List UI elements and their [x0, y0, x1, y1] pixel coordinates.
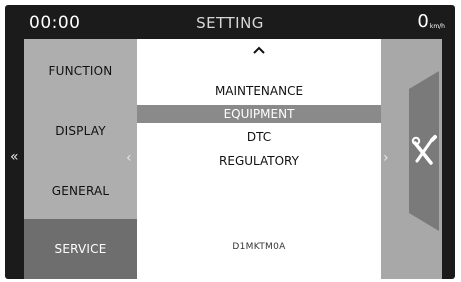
- tools-panel: ›: [381, 39, 442, 279]
- speed-value: 0: [417, 11, 429, 32]
- menu-item-general[interactable]: GENERAL: [24, 161, 137, 221]
- double-chevron-left-icon[interactable]: «: [10, 150, 19, 164]
- menu-panel: FUNCTION DISPLAY GENERAL SERVICE ‹: [24, 39, 137, 279]
- chevron-left-icon[interactable]: ‹: [126, 151, 132, 165]
- list-item-regulatory[interactable]: REGULATORY: [137, 152, 381, 170]
- menu-item-service[interactable]: SERVICE: [24, 219, 137, 279]
- tools-tab[interactable]: [409, 71, 439, 231]
- submenu-list: MAINTENANCE EQUIPMENT DTC REGULATORY D1M…: [137, 39, 381, 279]
- speed-unit: km/h: [429, 23, 445, 30]
- display-frame: 00:00 SETTING 0 km/h « FUNCTION DISPLAY …: [5, 5, 455, 279]
- status-bar: 00:00 SETTING 0 km/h: [5, 5, 455, 39]
- menu-item-display[interactable]: DISPLAY: [24, 101, 137, 161]
- settings-screen: FUNCTION DISPLAY GENERAL SERVICE ‹ MAINT…: [24, 39, 442, 279]
- list-item-maintenance[interactable]: MAINTENANCE: [137, 82, 381, 100]
- speedometer: 0 km/h: [417, 13, 445, 31]
- chevron-right-icon[interactable]: ›: [383, 151, 389, 165]
- chevron-up-icon[interactable]: [249, 43, 269, 57]
- menu-item-function[interactable]: FUNCTION: [24, 41, 137, 101]
- list-item-dtc[interactable]: DTC: [137, 128, 381, 146]
- page-title: SETTING: [196, 14, 264, 32]
- screen-code: D1MKTM0A: [232, 242, 286, 252]
- list-item-equipment[interactable]: EQUIPMENT: [137, 105, 381, 123]
